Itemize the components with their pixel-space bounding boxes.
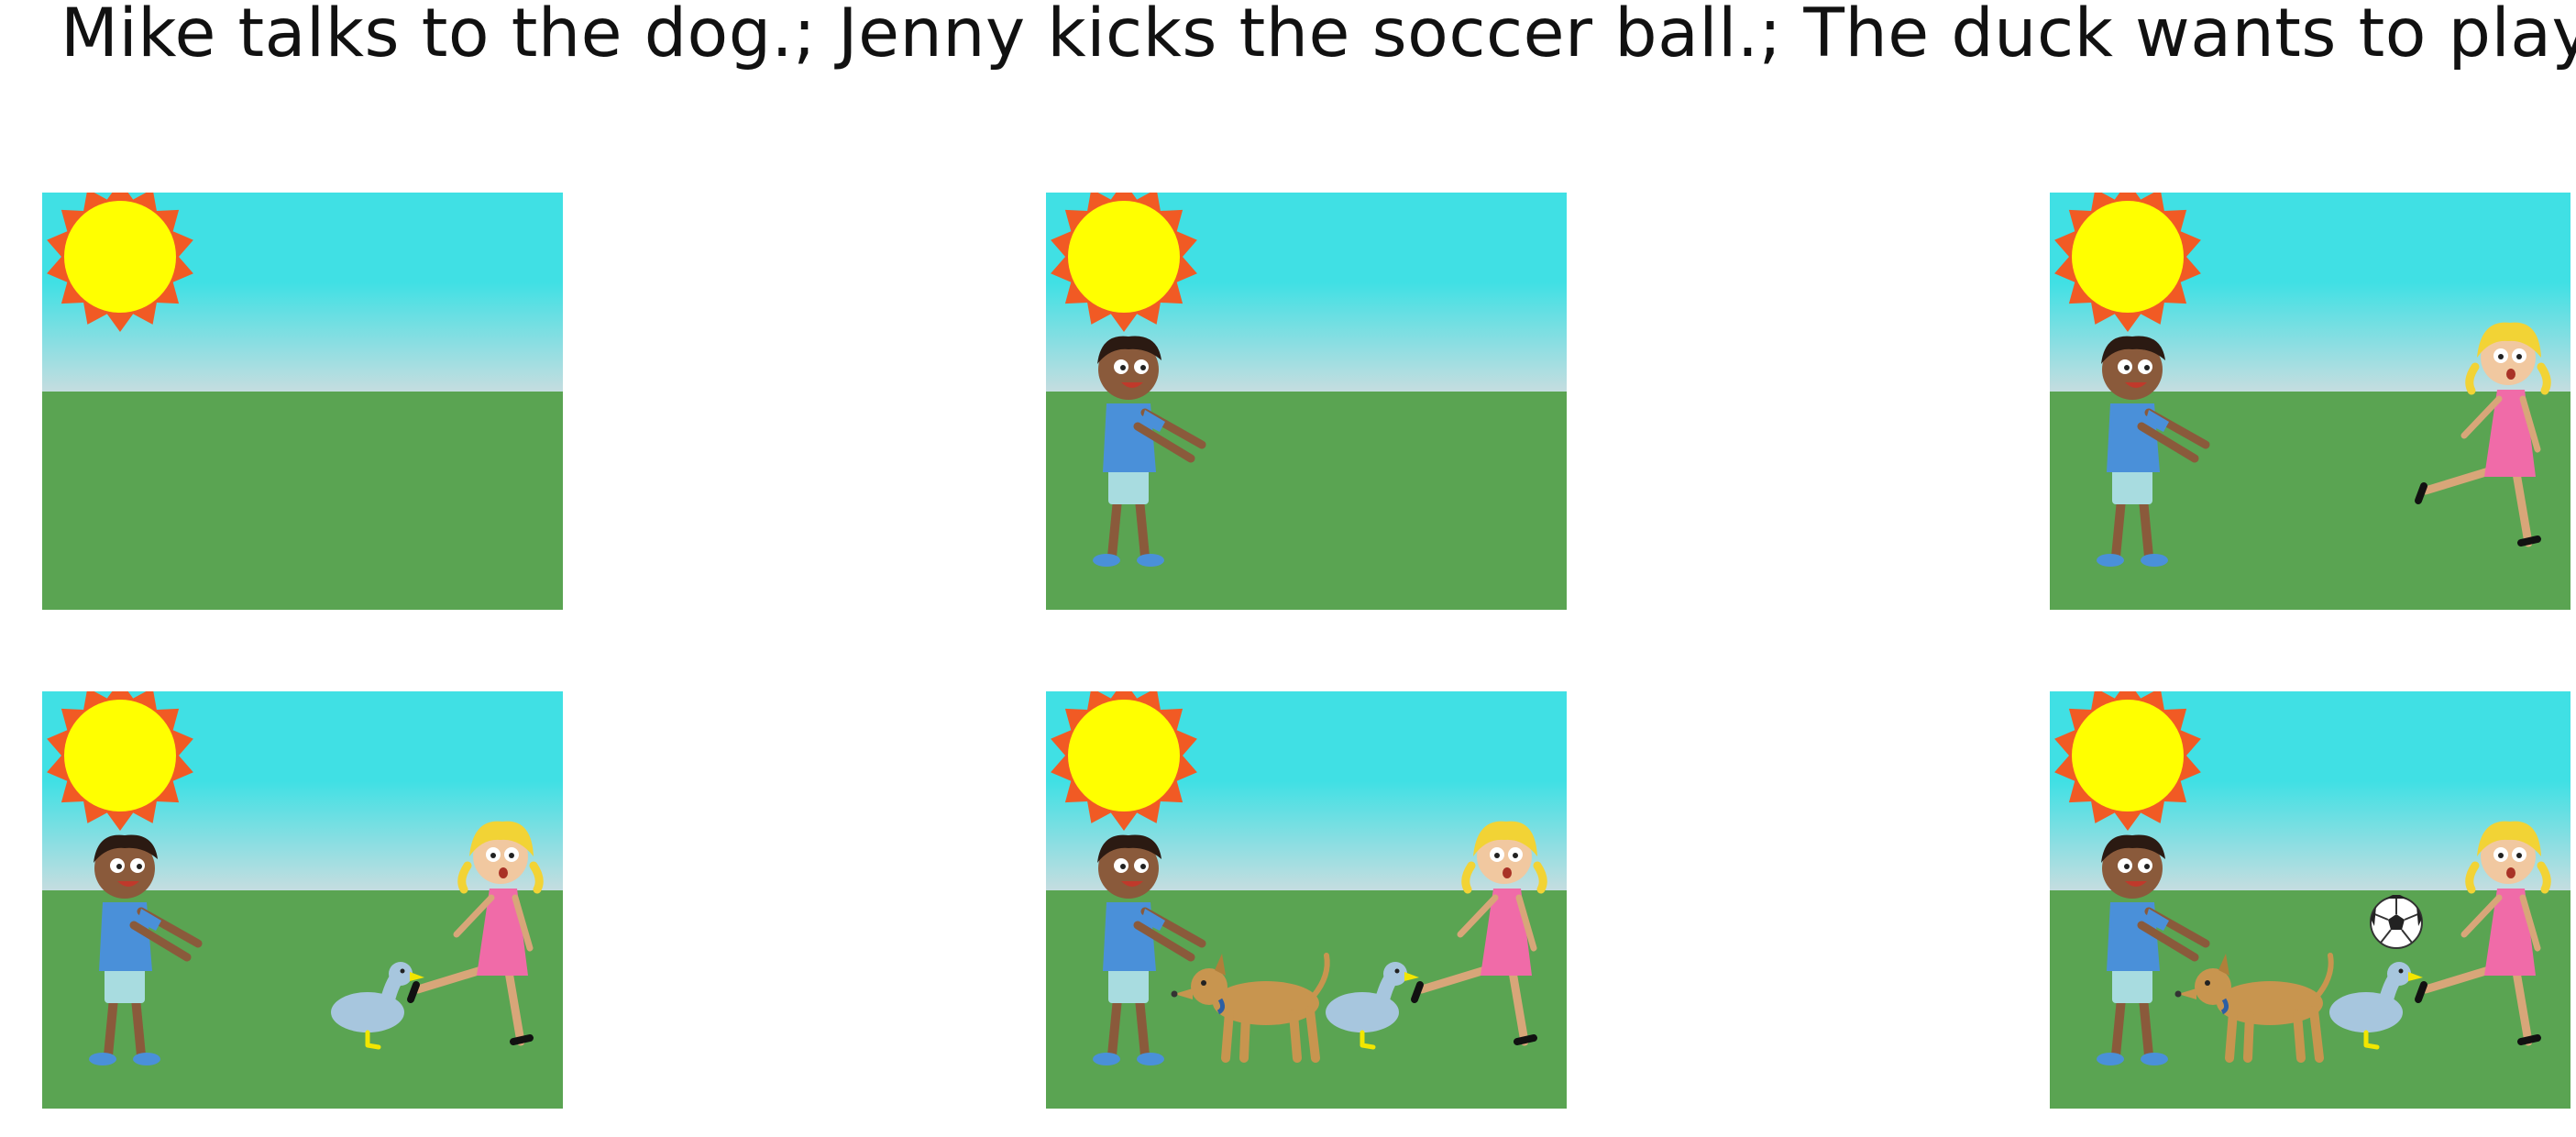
panel-1 — [42, 193, 563, 610]
panel-4 — [42, 691, 563, 1109]
grass — [42, 392, 563, 610]
panel-3 — [2050, 193, 2570, 610]
panel-5 — [1046, 691, 1567, 1109]
caption: Mike talks to the dog.; Jenny kicks the … — [61, 0, 2576, 72]
panel-6 — [2050, 691, 2570, 1109]
panel-2 — [1046, 193, 1567, 610]
soccer-ball-icon — [2370, 895, 2423, 949]
